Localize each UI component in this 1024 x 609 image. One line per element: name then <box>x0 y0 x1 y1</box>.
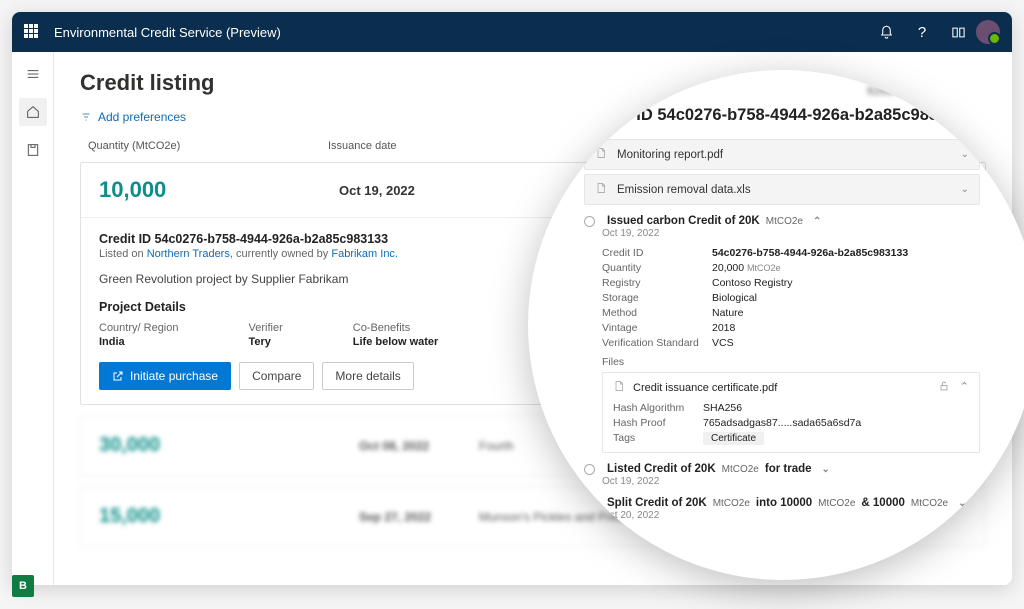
kv-method: Nature <box>712 307 744 319</box>
tags: Certificate <box>703 432 764 445</box>
issuance-date: Oct 19, 2022 <box>339 183 415 198</box>
corner-badge[interactable]: B <box>12 575 34 597</box>
exchange-link[interactable]: Northern Traders <box>147 248 230 260</box>
col-issuance: Issuance date <box>328 140 468 152</box>
hash-algorithm: SHA256 <box>703 402 742 414</box>
kv-credit-id: 54c0276-b758-4944-926a-b2a85c983133 <box>712 247 908 259</box>
event-header[interactable]: Split Credit of 20K MtCO2e into 10000 Mt… <box>584 497 980 509</box>
kv-vintage: 2018 <box>712 322 735 334</box>
kv-verification-std: VCS <box>712 337 734 349</box>
event-header[interactable]: Listed Credit of 20K MtCO2e for trade ⌄ <box>584 463 980 475</box>
document-icon <box>613 379 625 396</box>
initiate-purchase-button[interactable]: Initiate purchase <box>99 362 231 390</box>
event-date: Oct 19, 2022 <box>602 228 980 239</box>
document-icon <box>595 181 607 198</box>
chevron-up-icon: ⌃ <box>960 380 969 395</box>
close-icon[interactable]: ✕ <box>992 86 1004 103</box>
files-label: Files <box>602 356 980 368</box>
lock-icon <box>938 380 950 395</box>
kv-storage: Biological <box>712 292 757 304</box>
file-attachment-row[interactable]: Emission removal data.xls ⌄ <box>584 174 980 205</box>
filter-icon <box>80 111 92 123</box>
quantity-value: 10,000 <box>99 177 339 203</box>
kv-quantity: 20,000 MtCO2e <box>712 262 781 274</box>
event-header[interactable]: Issued carbon Credit of 20K MtCO2e ⌃ <box>584 215 980 227</box>
chevron-down-icon: ⌄ <box>961 184 969 195</box>
reader-icon[interactable] <box>940 25 976 40</box>
file-name: Emission removal data.xls <box>617 184 751 196</box>
verifier-value: Tery <box>249 336 283 348</box>
left-nav-rail <box>12 52 54 585</box>
kv-registry: Contoso Registry <box>712 277 793 289</box>
chevron-up-icon: ⌃ <box>813 216 821 227</box>
radio-icon <box>584 216 595 227</box>
file-attachment-row[interactable]: Monitoring report.pdf ⌄ <box>584 139 980 170</box>
timeline-event-split: Split Credit of 20K MtCO2e into 10000 Mt… <box>584 497 980 521</box>
user-avatar[interactable] <box>976 20 1000 44</box>
blurred-id: 926a-b2a85c983133 <box>867 84 978 98</box>
certificate-file[interactable]: Credit issuance certificate.pdf ⌃ Hash A… <box>602 372 980 453</box>
detail-panel: 926a-b2a85c983133 ✕ Credit ID 54c0276-b7… <box>528 70 1024 580</box>
country-label: Country/ Region <box>99 322 179 334</box>
cobenefit-label: Co-Benefits <box>353 322 439 334</box>
chevron-down-icon: ⌄ <box>822 464 830 475</box>
app-launcher-icon[interactable] <box>24 24 40 40</box>
owner-link[interactable]: Fabrikam Inc. <box>331 248 398 260</box>
event-date: Oct 20, 2022 <box>602 510 980 521</box>
help-icon[interactable]: ? <box>904 24 940 41</box>
cobenefit-value: Life below water <box>353 336 439 348</box>
radio-icon <box>584 464 595 475</box>
more-details-button[interactable]: More details <box>322 362 413 390</box>
chevron-down-icon: ⌄ <box>961 149 969 160</box>
timeline-event-issued: Issued carbon Credit of 20K MtCO2e ⌃ Oct… <box>584 215 980 453</box>
event-date: Oct 19, 2022 <box>602 476 980 487</box>
cert-file-name: Credit issuance certificate.pdf <box>633 382 777 394</box>
compare-button[interactable]: Compare <box>239 362 314 390</box>
home-icon[interactable] <box>19 98 47 126</box>
topbar: Environmental Credit Service (Preview) ? <box>12 12 1012 52</box>
file-name: Monitoring report.pdf <box>617 149 723 161</box>
app-title: Environmental Credit Service (Preview) <box>54 25 868 40</box>
col-quantity: Quantity (MtCO2e) <box>88 140 328 152</box>
hash-proof: 765adsadgas87.....sada65a6sd7a <box>703 417 861 429</box>
verifier-label: Verifier <box>249 322 283 334</box>
notifications-icon[interactable] <box>868 25 904 40</box>
country-value: India <box>99 336 179 348</box>
timeline-event-listed: Listed Credit of 20K MtCO2e for trade ⌄ … <box>584 463 980 487</box>
menu-toggle-icon[interactable] <box>19 60 47 88</box>
inventory-icon[interactable] <box>19 136 47 164</box>
